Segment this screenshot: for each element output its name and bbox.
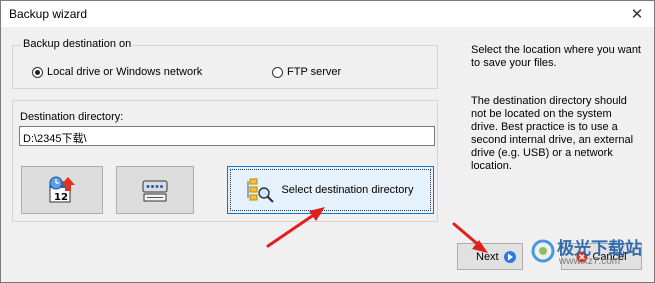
radio-ftp-server[interactable]: FTP server [272, 66, 341, 78]
backup-destination-title: Backup destination on [21, 38, 134, 50]
destination-directory-input[interactable]: D:\2345下载\ [19, 126, 435, 146]
radio-local-drive[interactable]: Local drive or Windows network [32, 66, 202, 78]
destination-directory-label: Destination directory: [20, 111, 124, 123]
watermark-logo-icon [531, 239, 555, 263]
cancel-button-label: Cancel [592, 250, 627, 263]
select-destination-directory-label: Select destination directory [281, 184, 414, 196]
cancel-button[interactable]: Cancel [561, 243, 642, 270]
folder-search-icon [247, 178, 275, 203]
info-text-best-practice: The destination directory should not be … [471, 95, 634, 172]
network-drive-button[interactable] [116, 166, 194, 214]
close-icon[interactable]: ✕ [620, 1, 654, 27]
cancel-icon [576, 251, 588, 262]
destination-directory-group: Destination directory: D:\2345下载\ 12 Sel… [12, 100, 438, 222]
svg-text:12: 12 [54, 192, 68, 203]
annotation-arrow-next-icon [452, 222, 488, 253]
title-bar: Backup wizard ✕ [1, 1, 654, 27]
backup-wizard-window: Backup wizard ✕ Backup destination on Lo… [0, 0, 655, 283]
radio-local-drive-label: Local drive or Windows network [47, 66, 203, 78]
window-title: Backup wizard [9, 7, 88, 21]
schedule-button[interactable]: 12 [21, 166, 103, 214]
backup-destination-group: Backup destination on Local drive or Win… [12, 38, 438, 89]
radio-local-drive-indicator[interactable] [32, 66, 43, 78]
radio-ftp-server-label: FTP server [287, 66, 342, 78]
info-text-select-location: Select the location where you want to sa… [471, 44, 641, 69]
radio-ftp-server-indicator[interactable] [272, 66, 283, 78]
next-arrow-icon [503, 250, 516, 263]
network-drive-icon [142, 180, 168, 202]
annotation-arrow-select-icon [266, 207, 325, 248]
calendar-schedule-icon: 12 [49, 176, 75, 203]
